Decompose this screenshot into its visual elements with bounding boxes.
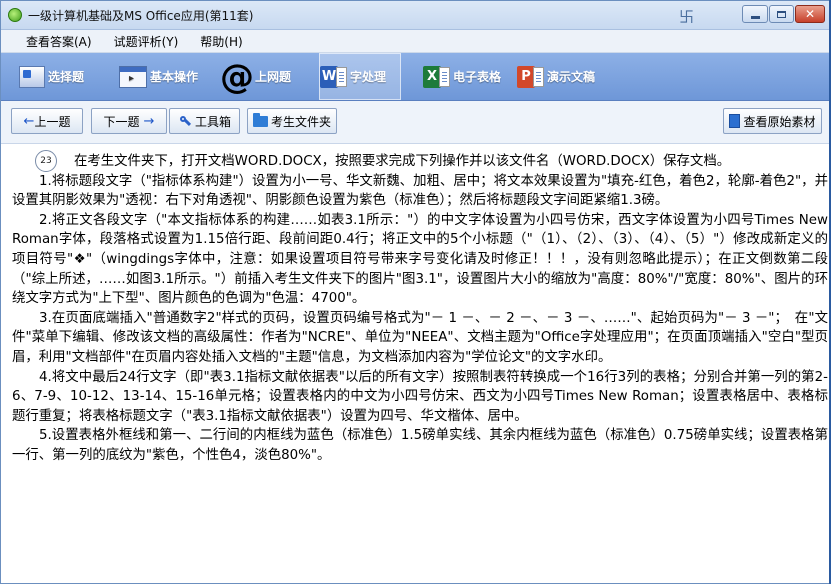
window-icon (119, 65, 147, 88)
close-icon: ✕ (804, 7, 816, 21)
requirement-1: 1.将标题段文字（"指标体系构建"）设置为小一号、华文新魏、加粗、居中；将文本效… (12, 173, 828, 209)
menu-help[interactable]: 帮助(H) (200, 33, 242, 50)
window-title: 一级计算机基础及MS Office应用(第11套) (28, 9, 254, 23)
question-number-badge: 23 (35, 150, 57, 172)
choice-icon (19, 65, 45, 88)
ppt-page-icon (533, 66, 544, 87)
menu-view-answer[interactable]: 查看答案(A) (26, 33, 92, 50)
tab-label: 电子表格 (453, 70, 502, 84)
next-label: 下一题 (103, 114, 140, 129)
maximize-icon (777, 10, 786, 18)
title-bar: 一级计算机基础及MS Office应用(第11套) 卐 ✕ (1, 1, 830, 30)
folder-label: 考生文件夹 (270, 114, 331, 129)
wrench-icon (178, 115, 192, 128)
tab-basic-operation[interactable]: 基本操作 (119, 53, 211, 100)
requirement-3: 3.在页面底端插入"普通数字2"样式的页码，设置页码编号格式为"－ 1 －、－ … (12, 310, 828, 365)
tab-presentation[interactable]: P 演示文稿 (517, 53, 611, 100)
pin-icon[interactable]: 卐 (679, 6, 694, 27)
arrow-right-icon: → (143, 113, 155, 129)
view-material-label: 查看原始素材 (743, 114, 816, 129)
at-sign-icon: @ (220, 56, 254, 97)
next-question-button[interactable]: 下一题 → (91, 108, 167, 134)
app-icon (8, 8, 22, 22)
excel-page-icon (439, 66, 450, 87)
requirement-2: 2.将正文各段文字（"本文指标体系的构建……如表3.1所示："）的中文字体设置为… (12, 212, 828, 307)
tab-internet[interactable]: @ 上网题 (220, 53, 302, 100)
tab-label: 基本操作 (150, 70, 199, 84)
folder-icon (252, 112, 268, 127)
question-text: 在考生文件夹下，打开文档WORD.DOCX，按照要求完成下列操作并以该文件名（W… (12, 152, 828, 466)
requirement-5: 5.设置表格外框线和第一、二行间的内框线为蓝色（标准色）1.5磅单实线、其余内框… (12, 428, 828, 463)
tab-word-processing[interactable]: W 字处理 (319, 53, 401, 100)
close-button[interactable]: ✕ (795, 5, 825, 23)
maximize-button[interactable] (769, 5, 794, 23)
menu-analysis[interactable]: 试题评析(Y) (114, 33, 179, 50)
requirement-4: 4.将文中最后24行文字（即"表3.1指标文献依据表"以后的所有文字）按照制表符… (12, 369, 828, 424)
arrow-left-icon: ← (23, 113, 35, 129)
question-intro: 在考生文件夹下，打开文档WORD.DOCX，按照要求完成下列操作并以该文件名（W… (74, 154, 731, 169)
tab-choice-questions[interactable]: 选择题 (19, 53, 101, 100)
app-window: 一级计算机基础及MS Office应用(第11套) 卐 ✕ 查看答案(A) 试题… (0, 0, 831, 584)
prev-label: 上一题 (34, 114, 71, 129)
category-bar: 选择题 基本操作 @ 上网题 W 字处理 X 电子表格 P 演示文稿 (1, 53, 830, 101)
question-content: 在考生文件夹下，打开文档WORD.DOCX，按照要求完成下列操作并以该文件名（W… (1, 144, 830, 583)
tab-spreadsheet[interactable]: X 电子表格 (423, 53, 513, 100)
minimize-icon (750, 15, 760, 19)
view-original-material-button[interactable]: 查看原始素材 (723, 108, 822, 134)
tab-label: 字处理 (350, 70, 387, 84)
tab-label: 选择题 (48, 70, 85, 84)
tab-label: 上网题 (255, 70, 292, 84)
prev-question-button[interactable]: ← 上一题 (11, 108, 83, 134)
candidate-folder-button[interactable]: 考生文件夹 (247, 108, 337, 134)
toolbar: ← 上一题 下一题 → 工具箱 考生文件夹 查看原始素材 (1, 101, 830, 144)
document-icon (729, 114, 741, 128)
menu-bar: 查看答案(A) 试题评析(Y) 帮助(H) (1, 30, 830, 53)
toolbox-button[interactable]: 工具箱 (169, 108, 240, 134)
toolbox-label: 工具箱 (194, 114, 231, 129)
minimize-button[interactable] (742, 5, 768, 23)
tab-label: 演示文稿 (547, 70, 596, 84)
word-page-icon (336, 66, 347, 87)
